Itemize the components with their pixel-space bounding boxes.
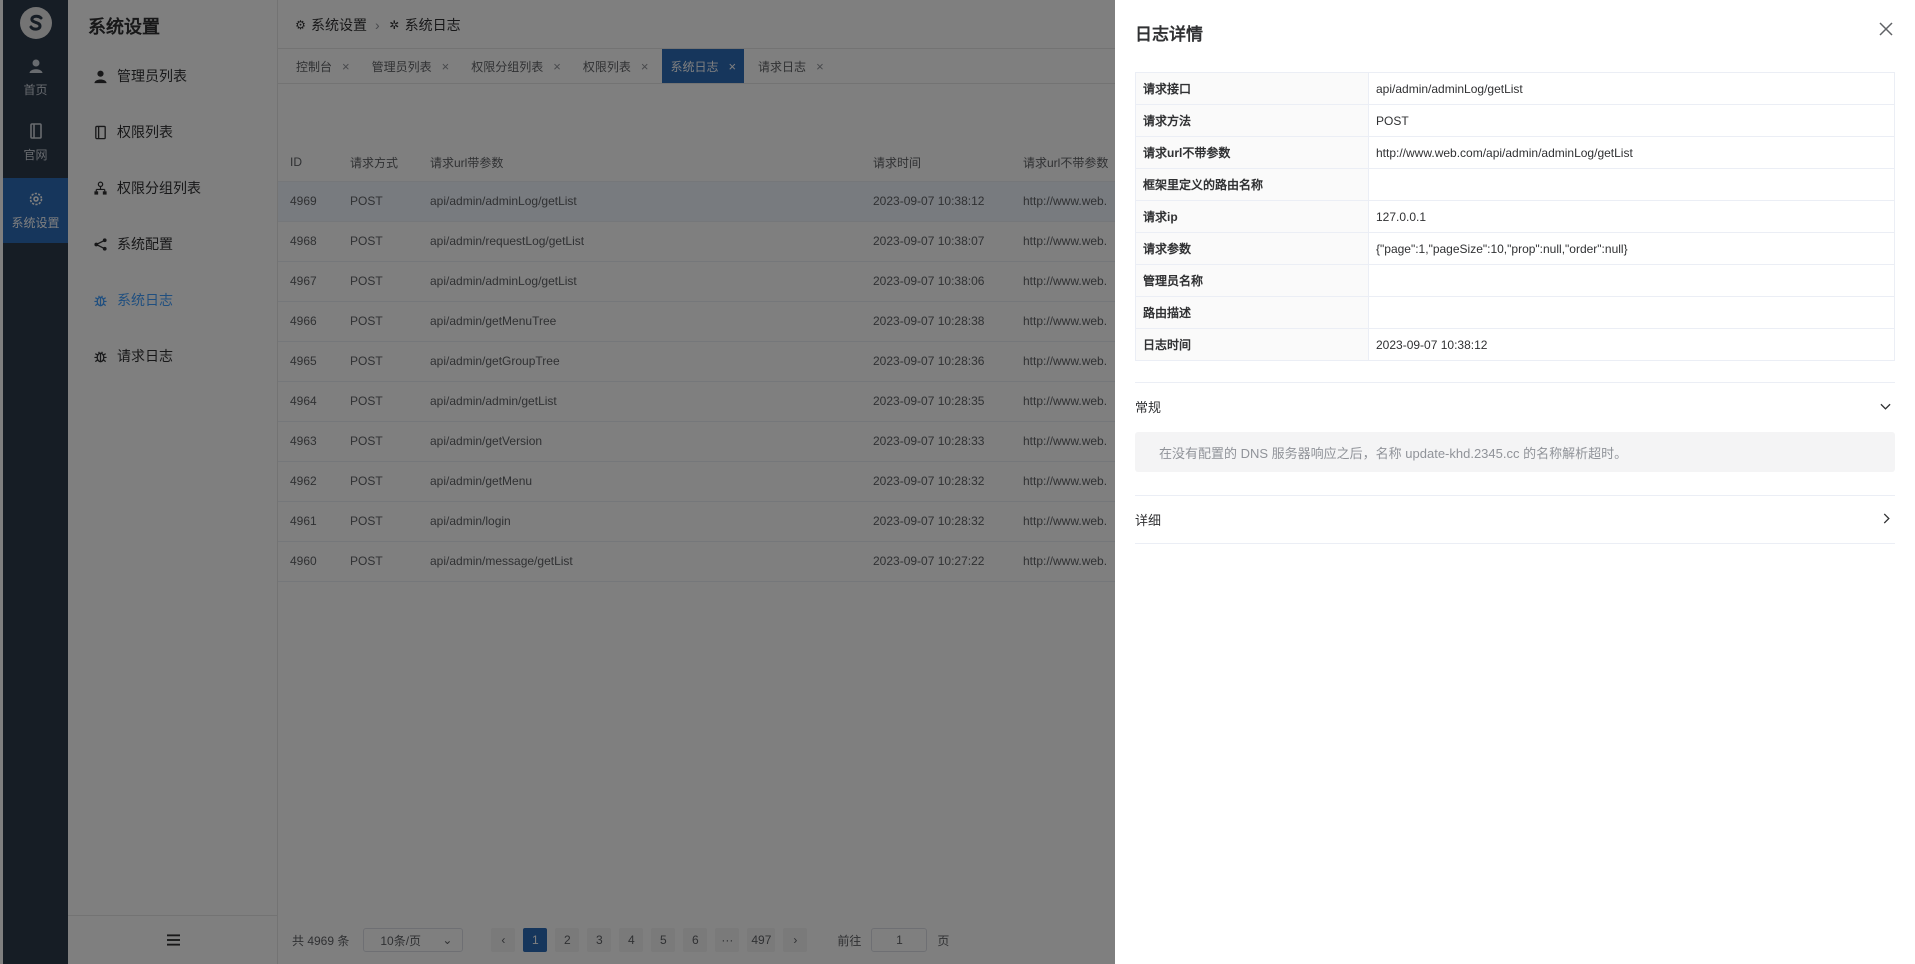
- detail-row: 请求接口 api/admin/adminLog/getList: [1135, 72, 1895, 105]
- detail-row: 框架里定义的路由名称: [1135, 168, 1895, 201]
- collapse-title: 常规: [1135, 400, 1162, 415]
- log-detail-table: 请求接口 api/admin/adminLog/getList 请求方法 POST …: [1135, 72, 1895, 361]
- chevron-right-icon: [1883, 512, 1891, 527]
- close-drawer-button[interactable]: [1875, 18, 1897, 40]
- detail-label: 请求参数: [1135, 232, 1369, 265]
- detail-row: 请求方法 POST: [1135, 104, 1895, 137]
- drawer-overlay[interactable]: [0, 0, 1115, 964]
- detail-label: 日志时间: [1135, 328, 1369, 361]
- detail-row: 日志时间 2023-09-07 10:38:12: [1135, 328, 1895, 361]
- drawer-title: 日志详情: [1135, 25, 1203, 44]
- detail-value: 127.0.0.1: [1368, 200, 1895, 233]
- detail-row: 路由描述: [1135, 296, 1895, 329]
- log-detail-drawer: 日志详情 请求接口 api/admin/adminLog/getList 请求方法…: [1115, 0, 1915, 964]
- collapse-detail: 详细: [1135, 495, 1895, 544]
- detail-row: 请求url不带参数 http://www.web.com/api/admin/ad…: [1135, 136, 1895, 169]
- collapse-content-general: 在没有配置的 DNS 服务器响应之后，名称 update-khd.2345.cc…: [1135, 432, 1895, 472]
- chevron-down-icon: [1880, 399, 1891, 414]
- detail-value: [1368, 264, 1895, 297]
- detail-label: 请求接口: [1135, 72, 1369, 105]
- collapse-title: 详细: [1135, 513, 1162, 528]
- detail-row: 管理员名称: [1135, 264, 1895, 297]
- detail-row: 请求ip 127.0.0.1: [1135, 200, 1895, 233]
- detail-value: 2023-09-07 10:38:12: [1368, 328, 1895, 361]
- detail-label: 请求ip: [1135, 200, 1369, 233]
- detail-value: api/admin/adminLog/getList: [1368, 72, 1895, 105]
- detail-value: [1368, 168, 1895, 201]
- detail-row: 请求参数 {"page":1,"pageSize":10,"prop":null,…: [1135, 232, 1895, 265]
- detail-label: 路由描述: [1135, 296, 1369, 329]
- detail-value: http://www.web.com/api/admin/adminLog/ge…: [1368, 136, 1895, 169]
- detail-label: 请求方法: [1135, 104, 1369, 137]
- close-icon: [1879, 22, 1893, 36]
- collapse-header-detail[interactable]: 详细: [1135, 495, 1895, 543]
- collapse-header-general[interactable]: 常规: [1135, 382, 1895, 430]
- detail-value: [1368, 296, 1895, 329]
- detail-value: POST: [1368, 104, 1895, 137]
- detail-value: {"page":1,"pageSize":10,"prop":null,"ord…: [1368, 232, 1895, 265]
- collapse-general: 常规 在没有配置的 DNS 服务器响应之后，名称 update-khd.2345…: [1135, 382, 1895, 472]
- detail-label: 框架里定义的路由名称: [1135, 168, 1369, 201]
- detail-label: 请求url不带参数: [1135, 136, 1369, 169]
- detail-label: 管理员名称: [1135, 264, 1369, 297]
